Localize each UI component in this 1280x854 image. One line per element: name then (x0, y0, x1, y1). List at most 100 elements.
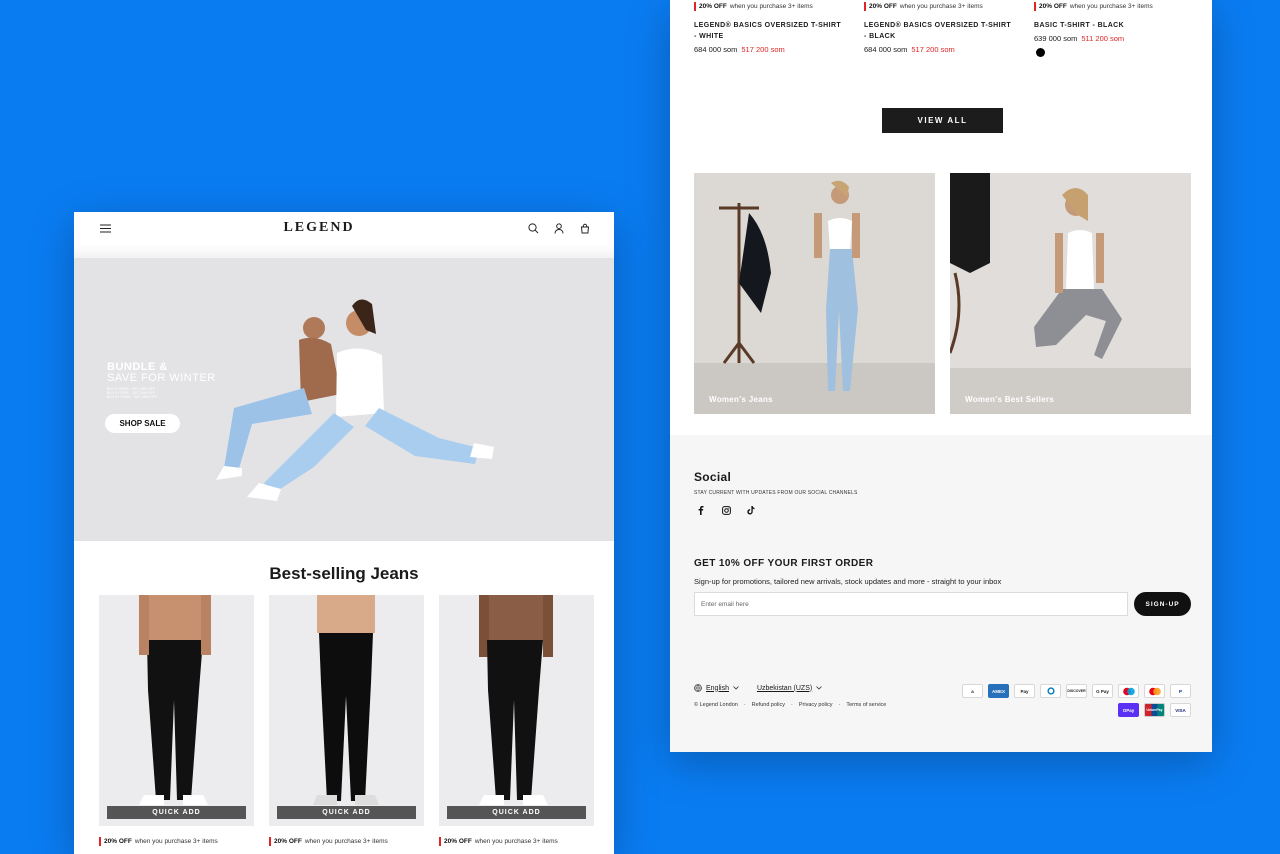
terms-of-service-link[interactable]: Terms of service (846, 702, 886, 708)
currency-value: Uzbekistan (UZS) (756, 684, 813, 692)
color-swatch[interactable] (1036, 48, 1045, 57)
cart-icon[interactable] (578, 221, 592, 235)
hero-text: BUNDLE & SAVE FOR WINTER BUY 2 ITEMS - G… (107, 361, 216, 400)
product-image[interactable]: QUICK ADD (99, 595, 254, 826)
view-all-button[interactable]: VIEW ALL (882, 108, 1003, 133)
product-price: 639 000 som 511 200 som (1034, 34, 1204, 43)
hero-title: BUNDLE & (107, 361, 168, 373)
category-card[interactable]: Women's Best Sellers (950, 173, 1191, 414)
promo-label: 20% OFF when you purchase 3+ items (694, 2, 864, 11)
separator-dot: · (838, 702, 841, 708)
price: 639 000 som (1034, 34, 1078, 43)
currency-selector[interactable]: Uzbekistan (UZS) (757, 685, 822, 692)
shop-pay-icon: OPay (1118, 703, 1139, 717)
product-card[interactable]: QUICK ADD 20% OFF when you purchase 3+ it… (269, 595, 424, 846)
promo-discount: 20% OFF (104, 838, 132, 845)
product-title[interactable]: LEGEND® BASICS OVERSIZED T-SHIRT - BLACK (864, 20, 1014, 42)
diners-club-icon (1040, 684, 1061, 698)
promo-label: 20% OFF when you purchase 3+ items (99, 837, 254, 846)
privacy-policy-link[interactable]: Privacy policy (799, 702, 833, 708)
category-label[interactable]: Women's Best Sellers (965, 395, 1054, 404)
quick-add-button[interactable]: QUICK ADD (277, 806, 416, 819)
amex-icon: AMEX (988, 684, 1009, 698)
jeans-model-image (313, 595, 379, 805)
promo-text: when you purchase 3+ items (134, 838, 218, 845)
globe-icon (694, 684, 702, 692)
category-label[interactable]: Women's Jeans (709, 395, 773, 404)
language-selector[interactable]: English (694, 684, 739, 692)
product-title[interactable]: LEGEND® BASICS OVERSIZED T-SHIRT - WHITE (694, 20, 844, 42)
legal-links: © Legend London · Refund policy · Privac… (694, 702, 886, 708)
hero-offer-line: BUY 4+ ITEMS - GET 25% OFF (107, 395, 157, 399)
promo-label: 20% OFF when you purchase 3+ items (1034, 2, 1204, 11)
visa-icon: VISA (1170, 703, 1191, 717)
quick-add-button[interactable]: QUICK ADD (447, 806, 586, 819)
category-row: Women's Jeans Women's Best Sellers (694, 173, 1191, 414)
price: 684 000 som (864, 45, 908, 54)
promo-text: when you purchase 3+ items (304, 838, 388, 845)
hero-offer-details: BUY 2 ITEMS - GET 15% OFF BUY 3 ITEMS - … (107, 387, 216, 399)
quick-add-button[interactable]: QUICK ADD (107, 806, 246, 819)
hero-subtitle: SAVE FOR WINTER (107, 372, 216, 384)
language-value: English (706, 684, 729, 692)
promo-label: 20% OFF when you purchase 3+ items (439, 837, 594, 846)
product-row: 20% OFF when you purchase 3+ items LEGEND… (670, 0, 1212, 90)
product-card[interactable]: 20% OFF when you purchase 3+ items LEGEND… (864, 0, 1034, 90)
social-subheading: STAY CURRENT WITH UPDATES FROM OUR SOCIA… (694, 490, 858, 496)
product-card[interactable]: QUICK ADD 20% OFF when you purchase 3+ it… (99, 595, 254, 846)
signup-heading: GET 10% OFF YOUR FIRST ORDER (694, 558, 874, 569)
womens-best-sellers-image (950, 173, 1191, 414)
product-card[interactable]: 20% OFF when you purchase 3+ items BASIC … (1034, 0, 1204, 90)
copyright-text: © Legend London (694, 702, 738, 708)
instagram-icon[interactable] (719, 503, 733, 517)
email-field[interactable] (694, 592, 1129, 616)
header-actions (526, 221, 592, 235)
brand-logo[interactable]: LEGEND (283, 220, 354, 236)
product-price: 684 000 som 517 200 som (864, 45, 1034, 54)
category-card[interactable]: Women's Jeans (694, 173, 935, 414)
mastercard-icon (1144, 684, 1165, 698)
promo-label: 20% OFF when you purchase 3+ items (864, 2, 1034, 11)
desktop-storefront-panel: 20% OFF when you purchase 3+ items LEGEND… (670, 0, 1212, 752)
product-price: 684 000 som 517 200 som (694, 45, 864, 54)
promo-discount: 20% OFF (274, 838, 302, 845)
shop-sale-button[interactable]: SHOP SALE (105, 414, 180, 433)
search-icon[interactable] (526, 221, 540, 235)
refund-policy-link[interactable]: Refund policy (752, 702, 785, 708)
hero-models-image (216, 299, 494, 501)
promo-marker (99, 837, 101, 846)
promo-text: when you purchase 3+ items (899, 3, 983, 10)
signup-description: Sign-up for promotions, tailored new arr… (694, 577, 1002, 586)
price: 684 000 som (694, 45, 738, 54)
product-image[interactable]: QUICK ADD (269, 595, 424, 826)
promo-marker (864, 2, 866, 11)
product-card[interactable]: 20% OFF when you purchase 3+ items LEGEND… (694, 0, 864, 90)
signup-button[interactable]: SIGN-UP (1134, 592, 1191, 616)
discover-icon: DISCOVER (1066, 684, 1087, 698)
hero-banner[interactable]: BUNDLE & SAVE FOR WINTER BUY 2 ITEMS - G… (74, 258, 614, 541)
compare-price: 517 200 som (741, 45, 785, 54)
site-footer: Social STAY CURRENT WITH UPDATES FROM OU… (670, 435, 1212, 752)
separator-dot: · (791, 702, 793, 708)
chevron-down-icon (816, 686, 822, 690)
womens-jeans-image (694, 173, 935, 414)
signup-form: SIGN-UP (694, 592, 1191, 616)
unionpay-icon: UnionPay (1144, 703, 1165, 717)
google-pay-icon: G Pay (1092, 684, 1113, 698)
promo-text: when you purchase 3+ items (474, 838, 558, 845)
menu-icon[interactable] (98, 221, 112, 235)
product-title[interactable]: BASIC T-SHIRT - BLACK (1034, 20, 1184, 31)
product-image[interactable]: QUICK ADD (439, 595, 594, 826)
promo-marker (694, 2, 696, 11)
account-icon[interactable] (552, 221, 566, 235)
tiktok-icon[interactable] (744, 503, 758, 517)
product-card[interactable]: QUICK ADD 20% OFF when you purchase 3+ it… (439, 595, 594, 846)
social-links (694, 503, 1191, 517)
amazon-pay-icon: a (962, 684, 983, 698)
payment-methods: a AMEX Pay DISCOVER G Pay P OPay UnionPa… (962, 684, 1191, 717)
promo-discount: 20% OFF (869, 3, 897, 10)
chevron-down-icon (733, 686, 739, 690)
separator-dot: · (743, 702, 746, 708)
compare-price: 511 200 som (1081, 34, 1125, 43)
facebook-icon[interactable] (694, 503, 708, 517)
